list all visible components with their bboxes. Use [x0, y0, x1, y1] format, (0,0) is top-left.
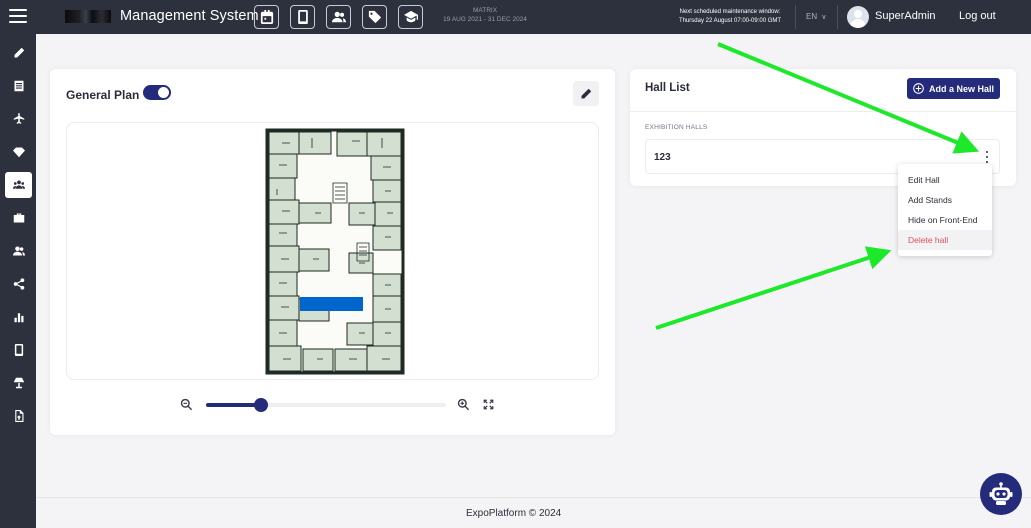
floor-plan-image: [265, 128, 405, 375]
annotation-arrow: [655, 246, 892, 330]
zoom-slider-thumb[interactable]: [254, 398, 268, 412]
tag-icon: [368, 10, 381, 24]
event-name: MATRIX: [472, 7, 498, 14]
logout-button[interactable]: Log out: [959, 10, 996, 22]
lamp-icon: [13, 377, 24, 389]
sidebar-item-travel[interactable]: [5, 106, 32, 132]
sidebar-item-people[interactable]: [5, 238, 32, 264]
menu-toggle-icon[interactable]: [9, 9, 27, 23]
gem-icon: [12, 147, 25, 158]
username[interactable]: SuperAdmin: [875, 10, 936, 22]
sidebar-item-export[interactable]: [5, 403, 32, 429]
people-icon: [12, 246, 25, 256]
zoom-slider[interactable]: [206, 398, 446, 412]
zoom-in-button[interactable]: [457, 398, 470, 411]
divider: [837, 5, 838, 29]
event-info: MATRIX 19 AUG 2021 - 31 DEC 2024: [425, 6, 545, 24]
general-plan-card: General Plan: [50, 69, 615, 435]
add-hall-label: Add a New Hall: [928, 83, 994, 94]
fullscreen-button[interactable]: [482, 398, 495, 411]
bar-chart-icon: [14, 313, 23, 323]
top-bar: Management System MATRIX 19 AUG 2021 - 3…: [0, 0, 1031, 34]
graduation-cap-icon: [403, 10, 418, 23]
sidebar-item-share[interactable]: [5, 271, 32, 297]
sidebar-item-edit[interactable]: [5, 40, 32, 66]
mobile-icon: [297, 10, 308, 24]
fullscreen-icon: [483, 399, 494, 410]
app-title: Management System: [120, 8, 259, 24]
company-logo: [65, 10, 111, 23]
zoom-out-icon: [180, 398, 193, 411]
people-button[interactable]: [326, 5, 351, 29]
menu-item-delete-hall[interactable]: Delete hall: [898, 230, 992, 250]
general-plan-toggle[interactable]: [143, 85, 171, 100]
maintenance-notice: Next scheduled maintenance window: Thurs…: [650, 8, 810, 25]
plus-circle-icon: [913, 83, 924, 94]
footer-copyright: ExpoPlatform © 2024: [466, 508, 562, 519]
education-button[interactable]: [398, 5, 423, 29]
maintenance-title: Next scheduled maintenance window:: [679, 9, 781, 15]
pencil-icon: [581, 88, 592, 98]
sidebar-item-analytics[interactable]: [5, 304, 32, 330]
divider: [795, 5, 796, 29]
share-icon: [13, 278, 24, 290]
chevron-down-icon: ∨: [821, 14, 827, 21]
mobile-icon: [14, 344, 23, 356]
tag-button[interactable]: [362, 5, 387, 29]
footer: ExpoPlatform © 2024: [36, 497, 1031, 528]
hall-list-title: Hall List: [645, 82, 690, 94]
add-hall-button[interactable]: Add a New Hall: [907, 78, 1000, 99]
zoom-slider-fill: [206, 403, 261, 407]
list-icon: [14, 80, 23, 92]
sidebar-item-venue[interactable]: [5, 370, 32, 396]
chatbot-button[interactable]: [980, 473, 1022, 515]
pencil-icon: [14, 47, 24, 58]
language-selector[interactable]: EN ∨: [806, 12, 826, 21]
plane-icon: [13, 113, 24, 124]
sidebar-item-exhibitors[interactable]: [5, 172, 32, 198]
plan-title: General Plan: [66, 88, 140, 102]
briefcase-icon: [13, 213, 24, 223]
hall-name: 123: [654, 152, 671, 163]
users-icon: [12, 180, 25, 189]
section-label: EXHIBITION HALLS: [645, 124, 708, 131]
sidebar-item-mobile[interactable]: [5, 337, 32, 363]
edit-plan-button[interactable]: [573, 81, 599, 106]
hall-context-menu: Edit Hall Add Stands Hide on Front-End D…: [898, 164, 992, 256]
maintenance-time: Thursday 22 August 07:00-09:00 GMT: [678, 17, 782, 24]
file-export-icon: [14, 410, 23, 422]
more-options-icon[interactable]: [984, 151, 990, 163]
floor-plan-viewer[interactable]: [66, 122, 599, 380]
zoom-out-button[interactable]: [180, 398, 193, 411]
menu-item-hide-front-end[interactable]: Hide on Front-End: [898, 210, 992, 230]
menu-item-edit-hall[interactable]: Edit Hall: [898, 170, 992, 190]
divider: [630, 111, 1016, 112]
sidebar: [0, 34, 36, 528]
zoom-in-icon: [457, 398, 470, 411]
calendar-button[interactable]: [254, 5, 279, 29]
avatar[interactable]: [847, 6, 869, 28]
event-dates: 19 AUG 2021 - 31 DEC 2024: [443, 16, 527, 23]
sidebar-item-business[interactable]: [5, 205, 32, 231]
language-label: EN: [806, 12, 818, 21]
menu-item-add-stands[interactable]: Add Stands: [898, 190, 992, 210]
mobile-button[interactable]: [290, 5, 315, 29]
zoom-controls: [180, 397, 496, 413]
sidebar-item-list[interactable]: [5, 73, 32, 99]
people-icon: [331, 11, 346, 23]
calendar-icon: [260, 10, 273, 24]
robot-icon: [989, 482, 1013, 505]
sidebar-item-sponsors[interactable]: [5, 139, 32, 165]
